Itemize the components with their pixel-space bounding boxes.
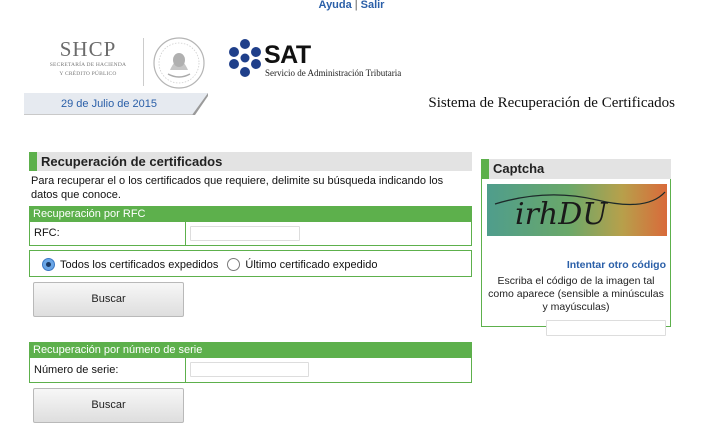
help-link[interactable]: Ayuda xyxy=(319,0,352,11)
shcp-logo: SHCP SECRETARÍA DE HACIENDA Y CRÉDITO PÚ… xyxy=(38,38,138,78)
current-date: 29 de Julio de 2015 xyxy=(60,98,158,110)
captcha-title: Captcha xyxy=(481,159,671,179)
captcha-input[interactable] xyxy=(546,320,666,336)
page: Ayuda | Salir SHCP SECRETARÍA DE HACIENDA … xyxy=(0,0,703,432)
rfc-input[interactable] xyxy=(190,226,300,241)
recovery-intro: Para recuperar el o los certificados que… xyxy=(31,175,444,201)
recovery-title: Recuperación de certificados xyxy=(29,152,472,171)
rfc-button-area: Buscar xyxy=(29,277,472,342)
serial-section-header: Recuperación por número de serie xyxy=(29,342,472,358)
top-links: Ayuda | Salir xyxy=(0,0,703,11)
captcha-text: irhDU xyxy=(515,197,609,232)
national-seal-icon xyxy=(153,37,205,89)
serial-button-area: Buscar xyxy=(29,383,472,428)
recovery-panel: Recuperación de certificados Para recupe… xyxy=(29,152,472,428)
serial-number-input[interactable] xyxy=(190,362,309,377)
sat-logo-icon xyxy=(229,39,261,77)
rfc-label: RFC: xyxy=(34,227,60,239)
search-rfc-button[interactable]: Buscar xyxy=(33,282,184,317)
link-separator: | xyxy=(354,0,358,11)
sat-full-name: Servicio de Administración Tributaria xyxy=(265,68,402,78)
shcp-line2: Y CRÉDITO PÚBLICO xyxy=(59,71,117,77)
shcp-line1: SECRETARÍA DE HACIENDA xyxy=(49,62,127,68)
rfc-row-divider xyxy=(185,222,186,245)
refresh-captcha-link[interactable]: Intentar otro código xyxy=(482,259,666,271)
logo-divider xyxy=(143,38,144,86)
captcha-panel: Captcha irhDU Intentar otro código Escri… xyxy=(481,159,671,336)
rfc-options-row: Todos los certificados expedidos Último … xyxy=(29,250,472,277)
date-bar: 29 de Julio de 2015 xyxy=(24,93,208,115)
rfc-options: Todos los certificados expedidos Último … xyxy=(42,258,377,271)
radio-all-certificates[interactable] xyxy=(42,258,55,271)
shcp-abbr: SHCP xyxy=(59,37,117,61)
rfc-section-header: Recuperación por RFC xyxy=(29,206,472,222)
sat-name: SAT xyxy=(264,41,311,69)
radio-last-certificate[interactable] xyxy=(227,258,241,271)
option-last-label: Último certificado expedido xyxy=(245,258,378,271)
option-all-label: Todos los certificados expedidos xyxy=(60,258,219,271)
rfc-row: RFC: xyxy=(29,222,472,246)
captcha-image: irhDU xyxy=(487,184,667,236)
serial-label: Número de serie: xyxy=(34,364,119,376)
search-serial-button[interactable]: Buscar xyxy=(33,388,184,423)
serial-row: Número de serie: xyxy=(29,358,472,383)
system-title: Sistema de Recuperación de Certificados xyxy=(428,95,675,111)
captcha-box: irhDU Intentar otro código Escriba el có… xyxy=(481,179,671,336)
logout-link[interactable]: Salir xyxy=(361,0,385,11)
captcha-instructions: Escriba el código de la imagen tal como … xyxy=(488,275,664,313)
serial-row-divider xyxy=(185,358,186,382)
